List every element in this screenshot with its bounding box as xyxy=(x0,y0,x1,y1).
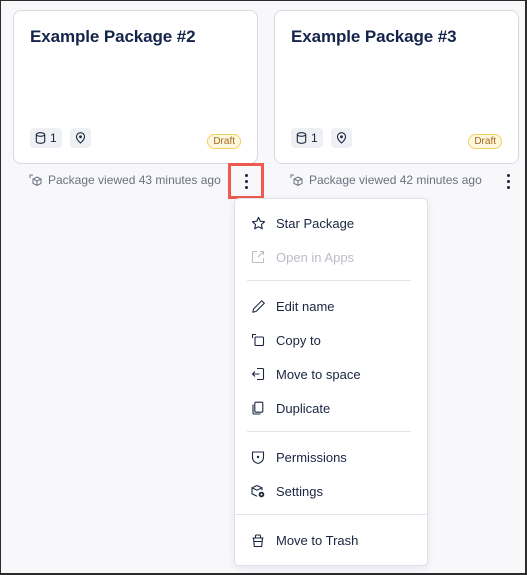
menu-item-move-to-space[interactable]: Move to space xyxy=(235,359,427,389)
package-settings-icon xyxy=(251,484,265,497)
menu-divider xyxy=(247,431,411,432)
external-link-icon xyxy=(251,250,265,264)
trash-icon xyxy=(252,533,264,547)
menu-item-move-to-trash[interactable]: Move to Trash xyxy=(235,525,427,555)
map-pin-icon xyxy=(75,132,85,144)
menu-item-permissions[interactable]: Permissions xyxy=(235,442,427,472)
last-viewed-info: Package viewed 43 minutes ago xyxy=(29,173,221,187)
shield-icon xyxy=(251,450,265,464)
menu-item-open-in-apps: Open in Apps xyxy=(235,242,427,272)
menu-item-label: Edit name xyxy=(276,298,335,314)
menu-divider xyxy=(247,280,411,281)
menu-item-label: Settings xyxy=(276,483,323,499)
map-pin-icon xyxy=(336,132,346,144)
last-viewed-info: Package viewed 42 minutes ago xyxy=(290,173,482,187)
duplicate-icon xyxy=(252,401,264,415)
recent-package-icon xyxy=(290,174,303,186)
status-badge: Draft xyxy=(468,134,502,149)
menu-item-label: Star Package xyxy=(276,215,355,231)
menu-item-label: Permissions xyxy=(276,449,347,465)
location-chip xyxy=(330,128,352,148)
more-options-button[interactable] xyxy=(498,169,518,193)
package-card[interactable]: Example Package #2 1 Draft xyxy=(13,10,258,164)
copy-icon xyxy=(251,333,265,347)
package-context-menu: Star Package Open in Apps Edit name Copy… xyxy=(234,198,428,566)
menu-item-copy-to[interactable]: Copy to xyxy=(235,325,427,355)
menu-item-label: Open in Apps xyxy=(276,249,355,265)
package-card[interactable]: Example Package #3 1 Draft xyxy=(274,10,519,164)
database-icon xyxy=(296,132,307,144)
location-chip xyxy=(69,128,91,148)
menu-item-settings[interactable]: Settings xyxy=(235,476,427,506)
menu-item-label: Copy to xyxy=(276,332,321,348)
star-icon xyxy=(251,216,265,229)
menu-item-label: Duplicate xyxy=(276,400,331,416)
pencil-icon xyxy=(251,299,265,313)
datasource-count: 1 xyxy=(311,131,318,145)
move-in-icon xyxy=(251,367,265,381)
menu-item-star-package[interactable]: Star Package xyxy=(235,208,427,238)
package-title[interactable]: Example Package #2 xyxy=(30,27,196,47)
last-viewed-text: Package viewed 43 minutes ago xyxy=(48,173,221,187)
datasource-count: 1 xyxy=(50,131,57,145)
menu-divider xyxy=(235,514,427,515)
datasource-chip: 1 xyxy=(291,128,323,148)
recent-package-icon xyxy=(29,174,42,186)
package-title[interactable]: Example Package #3 xyxy=(291,27,457,47)
menu-item-edit-name[interactable]: Edit name xyxy=(235,291,427,321)
database-icon xyxy=(35,132,46,144)
menu-item-duplicate[interactable]: Duplicate xyxy=(235,393,427,423)
status-badge: Draft xyxy=(207,134,241,149)
datasource-chip: 1 xyxy=(30,128,62,148)
menu-item-label: Move to space xyxy=(276,366,361,382)
last-viewed-text: Package viewed 42 minutes ago xyxy=(309,173,482,187)
click-highlight xyxy=(228,163,264,199)
menu-item-label: Move to Trash xyxy=(276,532,359,548)
